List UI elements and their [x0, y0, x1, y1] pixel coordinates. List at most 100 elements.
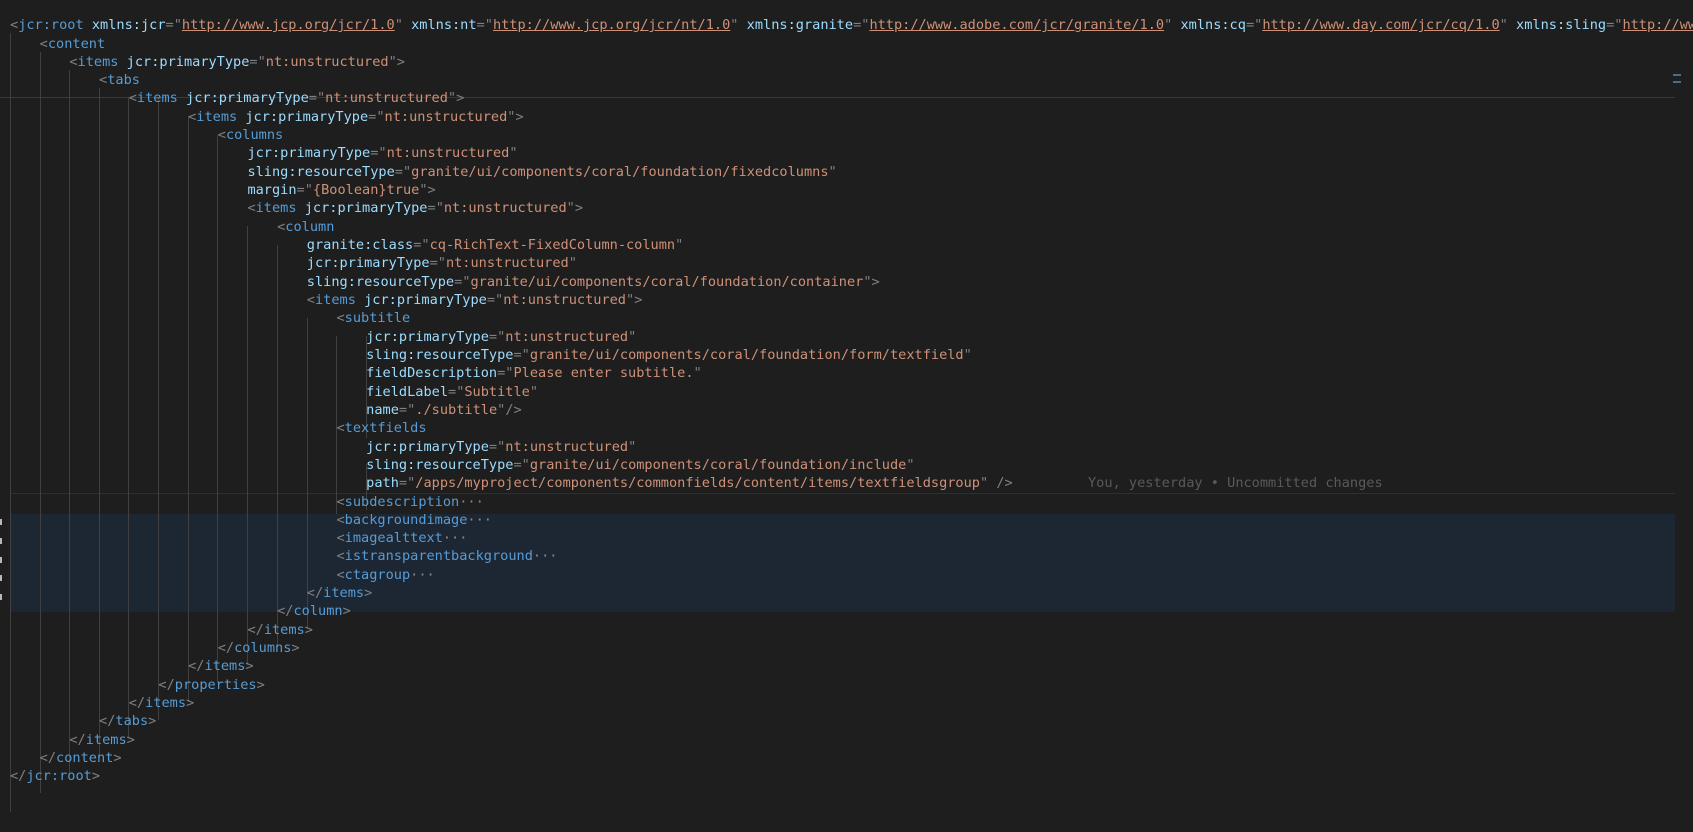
- xml-punctuation: [738, 17, 746, 33]
- xml-punctuation: ": [419, 182, 428, 199]
- code-line: <items jcr:primaryType="nt:unstructured"…: [129, 88, 465, 108]
- xml-punctuation: [178, 90, 186, 106]
- folded-node-subdescription[interactable]: <subdescription···: [336, 492, 483, 512]
- xml-punctuation: <: [336, 548, 345, 565]
- xml-attribute-value: Please enter subtitle.: [513, 365, 694, 382]
- gutter-change-marker: [0, 538, 2, 544]
- xml-punctuation: >: [396, 53, 405, 70]
- xml-punctuation: <: [99, 72, 108, 89]
- xml-attribute-name: jcr:primaryType: [186, 90, 309, 107]
- xml-attribute-name: jcr:primaryType: [126, 53, 250, 70]
- xml-punctuation: </: [69, 731, 86, 748]
- fold-ellipsis[interactable]: ···: [467, 512, 492, 528]
- xml-attribute-name: xmlns:jcr: [91, 17, 166, 34]
- xml-tag-name: properties: [174, 676, 257, 693]
- scrollbar-marker: [1673, 81, 1681, 83]
- xml-punctuation: ": [304, 182, 313, 199]
- xml-attribute-value: nt:unstructured: [386, 145, 510, 162]
- xml-attribute-name: jcr:primaryType: [364, 292, 487, 308]
- code-line: </tabs>: [99, 711, 156, 731]
- folded-node-istransparentbackground[interactable]: <istransparentbackground···: [336, 546, 557, 566]
- xml-punctuation: >: [304, 621, 313, 638]
- xml-punctuation: >: [574, 200, 584, 217]
- xml-punctuation: ": [568, 255, 577, 272]
- xml-tag-name: columns: [225, 127, 284, 144]
- xml-punctuation: ": [378, 145, 387, 162]
- folded-node-backgroundimage[interactable]: <backgroundimage···: [336, 510, 492, 530]
- xml-punctuation: [84, 17, 92, 33]
- xml-punctuation: ": [521, 456, 530, 473]
- code-line: path= "/apps/myproject/components/commonf…: [366, 473, 1013, 493]
- indent-guide: [158, 98, 159, 720]
- code-line: <column: [277, 217, 334, 237]
- fold-ellipsis[interactable]: ···: [459, 494, 484, 510]
- code-line: jcr:primaryType="nt:unstructured": [366, 437, 636, 457]
- gutter-change-marker: [0, 594, 2, 600]
- xml-tag-name: items: [204, 658, 246, 675]
- xml-punctuation: >: [871, 273, 880, 290]
- code-editor[interactable]: <jcr:root xmlns:jcr="http://www.jcp.org/…: [0, 0, 1693, 832]
- folded-node-imagealttext[interactable]: <imagealttext···: [336, 528, 467, 548]
- xml-punctuation: </: [99, 713, 116, 730]
- xml-punctuation: =: [488, 328, 498, 345]
- xml-attribute-value: /apps/myproject/components/commonfields/…: [415, 475, 980, 492]
- xml-tag-name: items: [85, 731, 127, 748]
- xml-attribute-value: {Boolean}true: [312, 182, 420, 199]
- xml-punctuation: <: [336, 566, 345, 583]
- indent-guide: [69, 70, 70, 775]
- xml-punctuation: ": [693, 365, 702, 382]
- xml-punctuation: ": [421, 237, 430, 254]
- xml-punctuation: ": [529, 383, 539, 400]
- xml-punctuation: =: [488, 438, 498, 455]
- xml-punctuation: >: [256, 676, 265, 693]
- xml-punctuation: ": [173, 17, 182, 34]
- xml-attribute-value: nt:unstructured: [503, 292, 626, 308]
- xml-attribute-value: nt:unstructured: [265, 53, 389, 70]
- xml-attribute-name: sling:resourceType: [247, 163, 395, 180]
- indent-guide: [128, 98, 129, 738]
- xml-punctuation: ": [402, 163, 412, 180]
- xml-punctuation: ": [628, 328, 637, 345]
- xml-punctuation: <: [336, 310, 345, 327]
- xml-punctuation: </: [277, 603, 294, 620]
- xml-tag-name: items: [255, 200, 297, 217]
- xml-punctuation: =: [476, 17, 485, 34]
- xml-punctuation: >: [186, 695, 195, 712]
- fold-ellipsis[interactable]: ···: [410, 567, 435, 583]
- gutter-change-marker: [0, 557, 2, 563]
- xml-tag-name: items: [196, 108, 238, 125]
- xml-attribute-value: http://www.jcp.org/jcr/nt/1.0: [492, 17, 731, 34]
- code-line: sling:resourceType="granite/ui/component…: [366, 345, 972, 365]
- fold-ellipsis[interactable]: ···: [443, 530, 468, 546]
- code-line: jcr:primaryType="nt:unstructured": [247, 143, 517, 163]
- xml-punctuation: [118, 54, 126, 70]
- xml-punctuation: />: [988, 475, 1013, 492]
- xml-punctuation: >: [364, 585, 373, 602]
- xml-tag-name: istransparentbackground: [344, 548, 533, 565]
- xml-punctuation: =: [398, 401, 408, 418]
- xml-attribute-name: name: [366, 401, 399, 418]
- xml-punctuation: [403, 17, 411, 33]
- xml-attribute-name: xmlns:sling: [1516, 17, 1607, 34]
- xml-punctuation: ": [566, 200, 575, 217]
- xml-punctuation: <: [69, 53, 78, 70]
- fold-ellipsis[interactable]: ···: [533, 548, 558, 564]
- gutter-change-marker: [0, 575, 2, 581]
- xml-tag-name: imagealttext: [344, 530, 443, 547]
- xml-punctuation: </: [306, 585, 324, 602]
- code-line: fieldDescription="Please enter subtitle.…: [366, 363, 702, 383]
- xml-attribute-value: http://www.apache.org/sling/1.0: [1622, 17, 1693, 34]
- xml-punctuation: =: [513, 456, 522, 473]
- xml-attribute-name: sling:resourceType: [306, 273, 455, 290]
- code-line: <items jcr:primaryType="nt:unstructured"…: [69, 52, 405, 72]
- xml-punctuation: ": [484, 17, 493, 34]
- folded-node-ctagroup[interactable]: <ctagroup···: [336, 565, 434, 585]
- xml-punctuation: <: [39, 35, 48, 52]
- xml-punctuation: >: [291, 640, 300, 657]
- code-line: </items>: [129, 693, 194, 713]
- xml-punctuation: >: [342, 603, 351, 620]
- xml-punctuation: >: [148, 713, 157, 730]
- xml-punctuation: ": [462, 273, 471, 290]
- xml-attribute-value: http://www.day.com/jcr/cq/1.0: [1262, 17, 1500, 34]
- xml-punctuation: =: [1245, 17, 1255, 34]
